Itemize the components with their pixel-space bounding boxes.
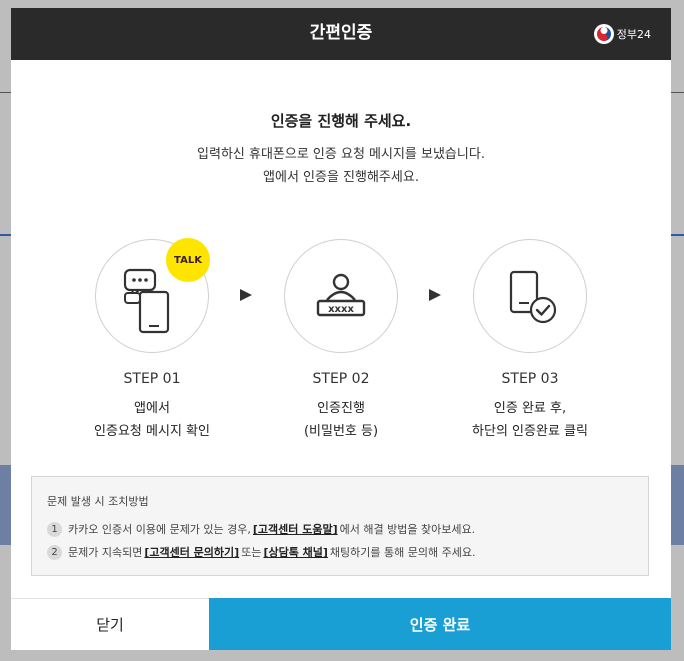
step-03-circle [473,239,587,353]
modal-title: 간편인증 [309,23,373,43]
troubleshooting-item: 2 문제가 지속되면 [고객센터 문의하기] 또는 [상담톡 채널] 채팅하기를… [47,544,475,560]
gov24-logo: 정부24 [593,24,651,44]
troubleshooting-title: 문제 발생 시 조치방법 [47,495,149,508]
password-mask-text: xxxx [328,304,354,315]
description-line: 입력하신 휴대폰으로 인증 요청 메시지를 보냈습니다. [197,147,485,162]
item-text: 문제가 지속되면 [68,546,143,559]
phone-check-icon [509,270,557,324]
step-02-circle: xxxx [284,239,398,353]
item-text: 채팅하기를 통해 문의해 주세요. [329,546,476,559]
gov24-logo-text: 정부24 [616,28,651,41]
step-01-description: 앱에서 인증요청 메시지 확인 [94,397,210,443]
item-text: 에서 해결 방법을 찾아보세요. [339,523,476,536]
step-03: STEP 03 인증 완료 후, 하단의 인증완료 클릭 [472,239,588,443]
instruction-headline: 인증을 진행해 주세요. [270,112,412,130]
step-desc-line: 하단의 인증완료 클릭 [472,424,588,439]
taegeuk-emblem-icon [593,24,614,44]
item-text: 카카오 인증서 이용에 문제가 있는 경우, [68,523,251,536]
close-button[interactable]: 닫기 [11,598,209,650]
step-01-label: STEP 01 [123,371,181,387]
step-01: TALK STEP 01 앱에서 인증요청 메시지 확인 [94,238,210,443]
item-text: 또는 [241,546,262,559]
auth-modal: 간편인증 정부24 인증을 진행해 주세요. 입력하신 휴대폰으로 인증 요청 … [11,8,671,650]
step-desc-line: 인증진행 [317,401,365,416]
chat-channel-link[interactable]: [상담톡 채널] [263,544,327,560]
user-password-icon: xxxx [316,273,366,317]
step-arrow-icon [240,289,252,301]
instruction-description: 입력하신 휴대폰으로 인증 요청 메시지를 보냈습니다. 앱에서 인증을 진행해… [11,143,671,189]
step-01-circle: TALK [95,238,210,353]
item-number-badge: 1 [47,521,62,537]
step-02-label: STEP 02 [312,371,370,387]
item-number-badge: 2 [47,544,62,560]
help-center-link[interactable]: [고객센터 도움말] [253,521,338,537]
kakaotalk-badge-icon: TALK [166,238,210,282]
troubleshooting-item: 1 카카오 인증서 이용에 문제가 있는 경우, [고객센터 도움말] 에서 해… [47,521,475,537]
auth-complete-button[interactable]: 인증 완료 [209,598,671,650]
modal-header: 간편인증 정부24 [11,8,671,60]
step-arrow-icon [429,289,441,301]
step-desc-line: 앱에서 [134,401,170,416]
description-line: 앱에서 인증을 진행해주세요. [263,170,419,185]
step-desc-line: 인증요청 메시지 확인 [94,424,210,439]
step-03-description: 인증 완료 후, 하단의 인증완료 클릭 [472,397,588,443]
step-03-label: STEP 03 [501,371,559,387]
troubleshooting-box: 문제 발생 시 조치방법 1 카카오 인증서 이용에 문제가 있는 경우, [고… [31,476,649,576]
step-desc-line: 인증 완료 후, [493,401,567,416]
step-02-description: 인증진행 (비밀번호 등) [283,397,399,443]
step-desc-line: (비밀번호 등) [303,424,379,439]
step-02: xxxx STEP 02 인증진행 (비밀번호 등) [283,239,399,443]
contact-center-link[interactable]: [고객센터 문의하기] [144,544,239,560]
